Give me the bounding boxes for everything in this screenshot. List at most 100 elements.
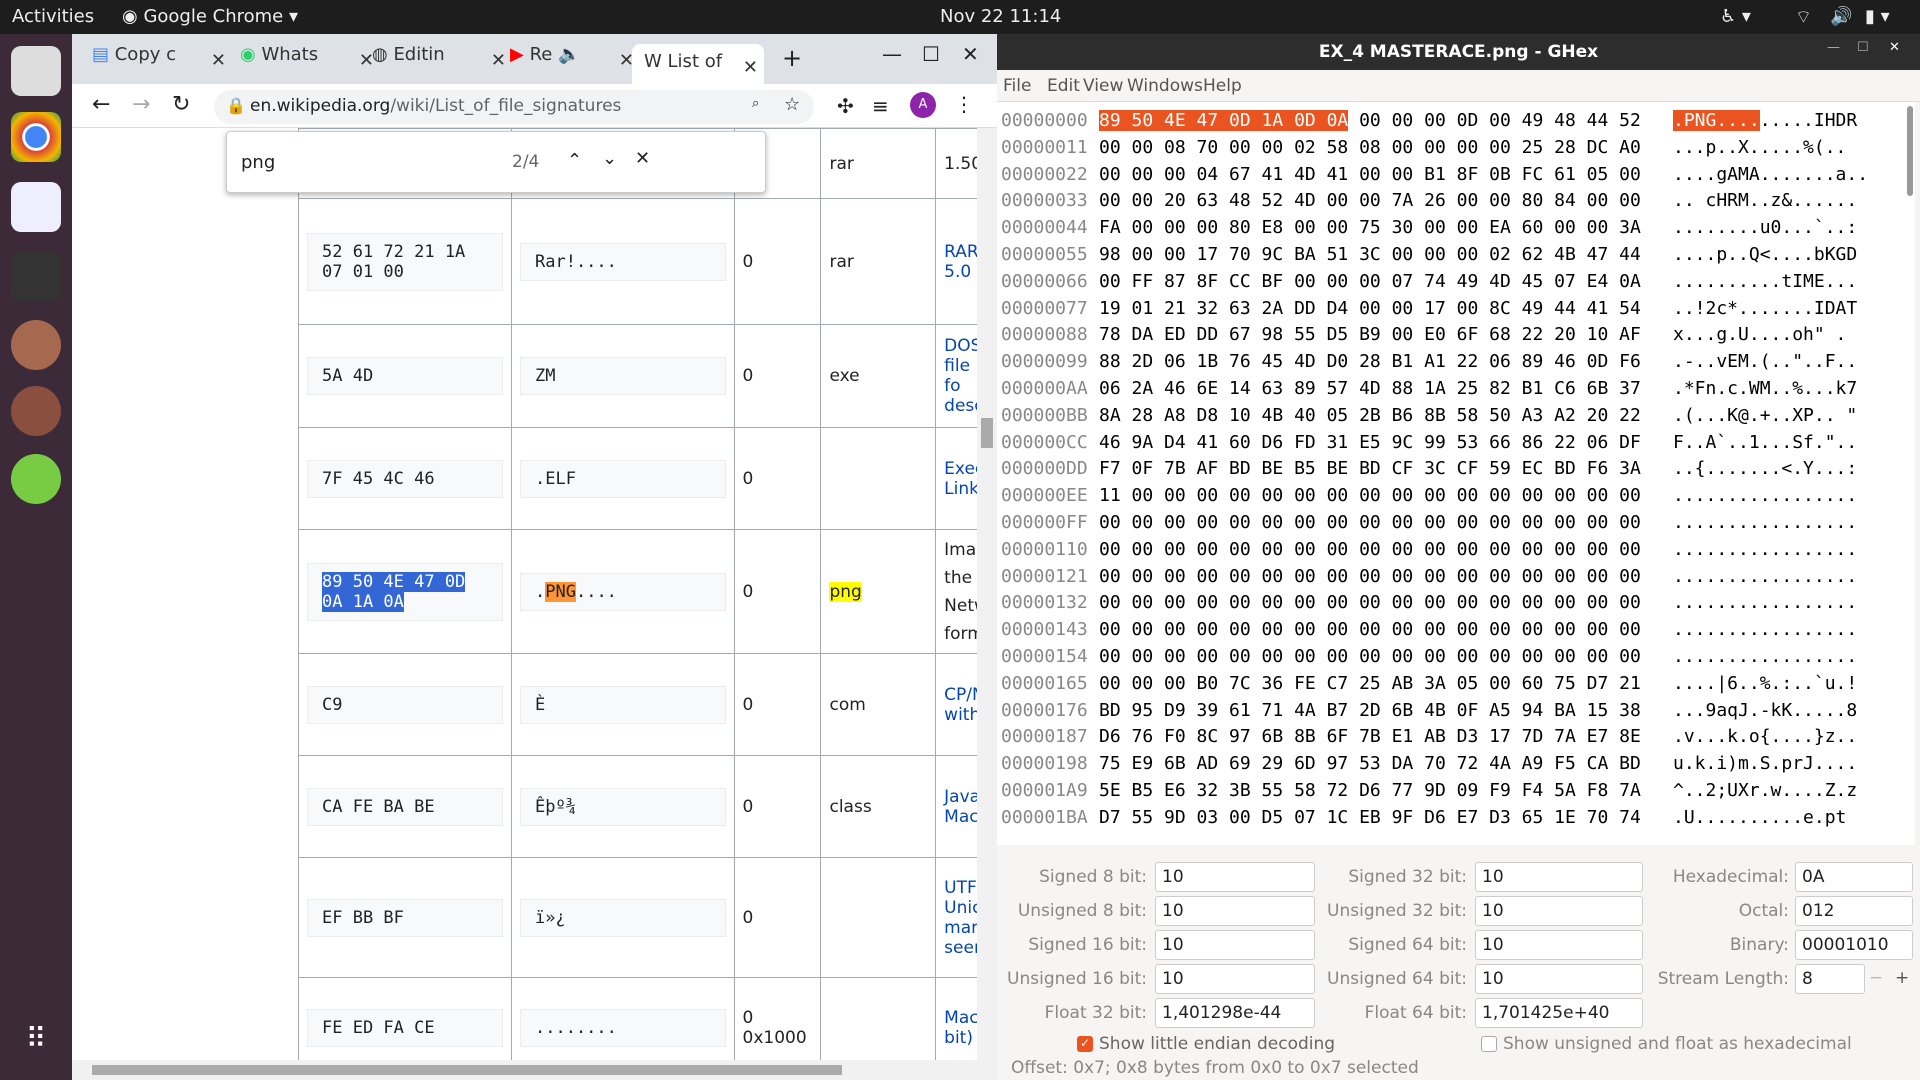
signed32-field[interactable]: 10 <box>1475 862 1643 892</box>
ascii-bytes[interactable]: ................. <box>1673 590 1857 616</box>
terminal-icon[interactable] <box>11 252 61 302</box>
ascii-bytes[interactable]: ........u0...`..: <box>1673 215 1857 241</box>
ascii-bytes[interactable]: ................. <box>1673 617 1857 643</box>
forward-icon[interactable]: → <box>132 92 150 117</box>
increment-button[interactable]: + <box>1895 968 1909 988</box>
bookmark-star-icon[interactable]: ☆ <box>784 94 800 115</box>
signed8-field[interactable]: 10 <box>1155 862 1315 892</box>
little-endian-checkbox[interactable]: ✓ <box>1077 1036 1093 1052</box>
hex-bytes[interactable]: 00 00 00 00 00 00 00 00 00 00 00 00 00 0… <box>1099 644 1641 670</box>
signed64-field[interactable]: 10 <box>1475 930 1643 960</box>
ascii-bytes[interactable]: ....gAMA.......a.. <box>1673 162 1868 188</box>
hex-bytes[interactable]: 46 9A D4 41 60 D6 FD 31 E5 9C 99 53 66 8… <box>1099 430 1641 456</box>
hex-bytes[interactable]: D7 55 9D 03 00 D5 07 1C EB 9F D6 E7 D3 6… <box>1099 805 1641 831</box>
ascii-bytes[interactable]: .U..........e.pt <box>1673 805 1846 831</box>
clock[interactable]: Nov 22 11:14 <box>940 6 1061 27</box>
menu-view[interactable]: View <box>1083 76 1123 96</box>
ascii-bytes[interactable]: ................. <box>1673 483 1857 509</box>
url-text[interactable]: en.wikipedia.org/wiki/List_of_file_signa… <box>250 96 621 116</box>
hex-bytes[interactable]: 98 00 00 17 70 9C BA 51 3C 00 00 00 02 6… <box>1099 242 1641 268</box>
unsigned-hex-label[interactable]: Show unsigned and float as hexadecimal <box>1503 1034 1852 1054</box>
selected-ascii[interactable]: .PNG.... <box>1673 110 1760 131</box>
selected-bytes[interactable]: 89 50 4E 47 0D 1A 0D 0A <box>1099 110 1349 131</box>
find-input[interactable]: png <box>241 152 275 173</box>
find-previous-icon[interactable]: ⌃ <box>567 150 582 171</box>
menu-help[interactable]: Help <box>1203 76 1242 96</box>
activities-button[interactable]: Activities <box>12 6 94 27</box>
tab-github[interactable]: ◍ Editin ✕ <box>372 44 512 84</box>
tab-whatsapp[interactable]: ◉ Whats ✕ <box>240 44 380 84</box>
hex-bytes[interactable]: 11 00 00 00 00 00 00 00 00 00 00 00 00 0… <box>1099 483 1641 509</box>
media-control-icon[interactable]: ≡ <box>872 94 889 118</box>
horizontal-scrollbar[interactable] <box>72 1060 977 1080</box>
menu-file[interactable]: File <box>1003 76 1031 96</box>
audio-icon[interactable]: 🔈 <box>558 44 580 65</box>
stream-length-field[interactable]: 8 <box>1795 964 1865 994</box>
ascii-bytes[interactable]: .. cHRM..z&...... <box>1673 188 1857 214</box>
files-icon[interactable] <box>11 46 61 96</box>
hex-bytes[interactable]: 75 E9 6B AD 69 29 6D 97 53 DA 70 72 4A A… <box>1099 751 1641 777</box>
hex-bytes[interactable]: F7 0F 7B AF BD BE B5 BE BD CF 3C CF 59 E… <box>1099 456 1641 482</box>
tab-docs[interactable]: ▤ Copy c ✕ <box>92 44 232 84</box>
float32-field[interactable]: 1,401298e-44 <box>1155 998 1315 1028</box>
hex-bytes[interactable]: 88 2D 06 1B 76 45 4D D0 28 B1 A1 22 06 8… <box>1099 349 1641 375</box>
hex-bytes[interactable]: BD 95 D9 39 61 71 4A B7 2D 6B 4B 0F A5 9… <box>1099 698 1641 724</box>
close-icon[interactable]: ✕ <box>491 50 506 71</box>
ascii-bytes[interactable]: ....p..Q<....bKGD <box>1673 242 1857 268</box>
battery-icon[interactable]: ▮ ▾ <box>1865 6 1890 27</box>
ascii-bytes[interactable]: x...g.U....oh" . <box>1673 322 1846 348</box>
close-icon[interactable]: ✕ <box>211 50 226 71</box>
float64-field[interactable]: 1,701425e+40 <box>1475 998 1643 1028</box>
hex-bytes[interactable]: 00 00 00 00 00 00 00 00 00 00 00 00 00 0… <box>1099 617 1641 643</box>
close-window-button[interactable]: ✕ <box>1889 40 1900 55</box>
tab-youtube[interactable]: ▶ Re 🔈 ✕ <box>510 44 640 84</box>
unsigned-hex-checkbox[interactable] <box>1481 1036 1497 1052</box>
signed16-field[interactable]: 10 <box>1155 930 1315 960</box>
ascii-bytes[interactable]: ..{.......<.Y...: <box>1673 456 1857 482</box>
ascii-bytes[interactable]: ................. <box>1673 644 1857 670</box>
new-tab-button[interactable]: + <box>782 44 802 72</box>
unsigned64-field[interactable]: 10 <box>1475 964 1643 994</box>
find-in-page-icon[interactable]: ⌕ <box>752 96 759 111</box>
app-grid-icon[interactable]: ⠿ <box>11 1014 61 1064</box>
ascii-bytes[interactable]: ^..2;UXr.w....Z.z <box>1673 778 1857 804</box>
game64-icon[interactable] <box>11 386 61 436</box>
decrement-button[interactable]: − <box>1869 968 1883 988</box>
hex-bytes[interactable]: 8A 28 A8 D8 10 4B 40 05 2B B6 8B 58 50 A… <box>1099 403 1641 429</box>
hex-bytes[interactable]: 00 00 08 70 00 00 02 58 08 00 00 00 00 2… <box>1099 135 1641 161</box>
hex-bytes[interactable]: 5E B5 E6 32 3B 55 58 72 D6 77 9D 09 F9 F… <box>1099 778 1641 804</box>
menu-kebab-icon[interactable]: ⋮ <box>954 92 974 116</box>
hex-bytes[interactable]: 19 01 21 32 63 2A DD D4 00 00 17 00 8C 4… <box>1099 296 1641 322</box>
avatar[interactable]: A <box>910 92 936 118</box>
maximize-button[interactable]: ☐ <box>1857 40 1869 55</box>
ascii-bytes[interactable]: u.k.i)m.S.prJ.... <box>1673 751 1857 777</box>
hex-bytes[interactable]: 00 00 00 B0 7C 36 FE C7 25 AB 3A 05 00 6… <box>1099 671 1641 697</box>
wifi-icon[interactable]: ⌔ <box>1795 6 1812 29</box>
ascii-bytes[interactable]: .v...k.o{....}z.. <box>1673 724 1857 750</box>
reload-icon[interactable]: ↻ <box>172 92 190 117</box>
hex-bytes[interactable]: 78 DA ED DD 67 98 55 D5 B9 00 E0 6F 68 2… <box>1099 322 1641 348</box>
hex-bytes[interactable]: 00 00 00 00 00 00 00 00 00 00 00 00 00 0… <box>1099 590 1641 616</box>
chrome-icon[interactable] <box>11 112 61 162</box>
hex-bytes[interactable]: 00 00 00 00 00 00 00 00 00 00 00 00 00 0… <box>1099 510 1641 536</box>
hexadecimal-field[interactable]: 0A <box>1795 862 1913 892</box>
text-editor-icon[interactable] <box>11 182 61 232</box>
ascii-bytes[interactable]: ................. <box>1673 537 1857 563</box>
binary-field[interactable]: 00001010 <box>1795 930 1913 960</box>
volume-icon[interactable]: 🔊 <box>1830 6 1852 27</box>
hex-view[interactable]: 00000000 89 50 4E 47 0D 1A 0D 0A 00 00 00… <box>997 102 1915 845</box>
menu-windows[interactable]: Windows <box>1127 76 1203 96</box>
close-icon[interactable]: ✕ <box>743 50 758 84</box>
hex-bytes[interactable]: FA 00 00 00 80 E8 00 00 75 30 00 00 EA 6… <box>1099 215 1641 241</box>
hex-bytes[interactable]: 00 00 00 00 00 00 00 00 00 00 00 00 00 0… <box>1099 564 1641 590</box>
hex-bytes[interactable]: D6 76 F0 8C 97 6B 8B 6F 7B E1 AB D3 17 7… <box>1099 724 1641 750</box>
ascii-bytes[interactable]: ..!2c*.......IDAT <box>1673 296 1857 322</box>
unsigned32-field[interactable]: 10 <box>1475 896 1643 926</box>
scrollbar-thumb[interactable] <box>92 1065 842 1075</box>
extensions-icon[interactable]: ✣ <box>837 94 854 118</box>
ascii-bytes[interactable]: .*Fn.c.WM..%...k7 <box>1673 376 1857 402</box>
hex-bytes[interactable]: 00 00 00 04 67 41 4D 41 00 00 B1 8F 0B F… <box>1099 162 1641 188</box>
maximize-button[interactable]: ☐ <box>922 42 940 66</box>
vertical-scrollbar[interactable] <box>977 128 997 1080</box>
ascii-bytes[interactable]: ....|6..%.:..`u.! <box>1673 671 1857 697</box>
